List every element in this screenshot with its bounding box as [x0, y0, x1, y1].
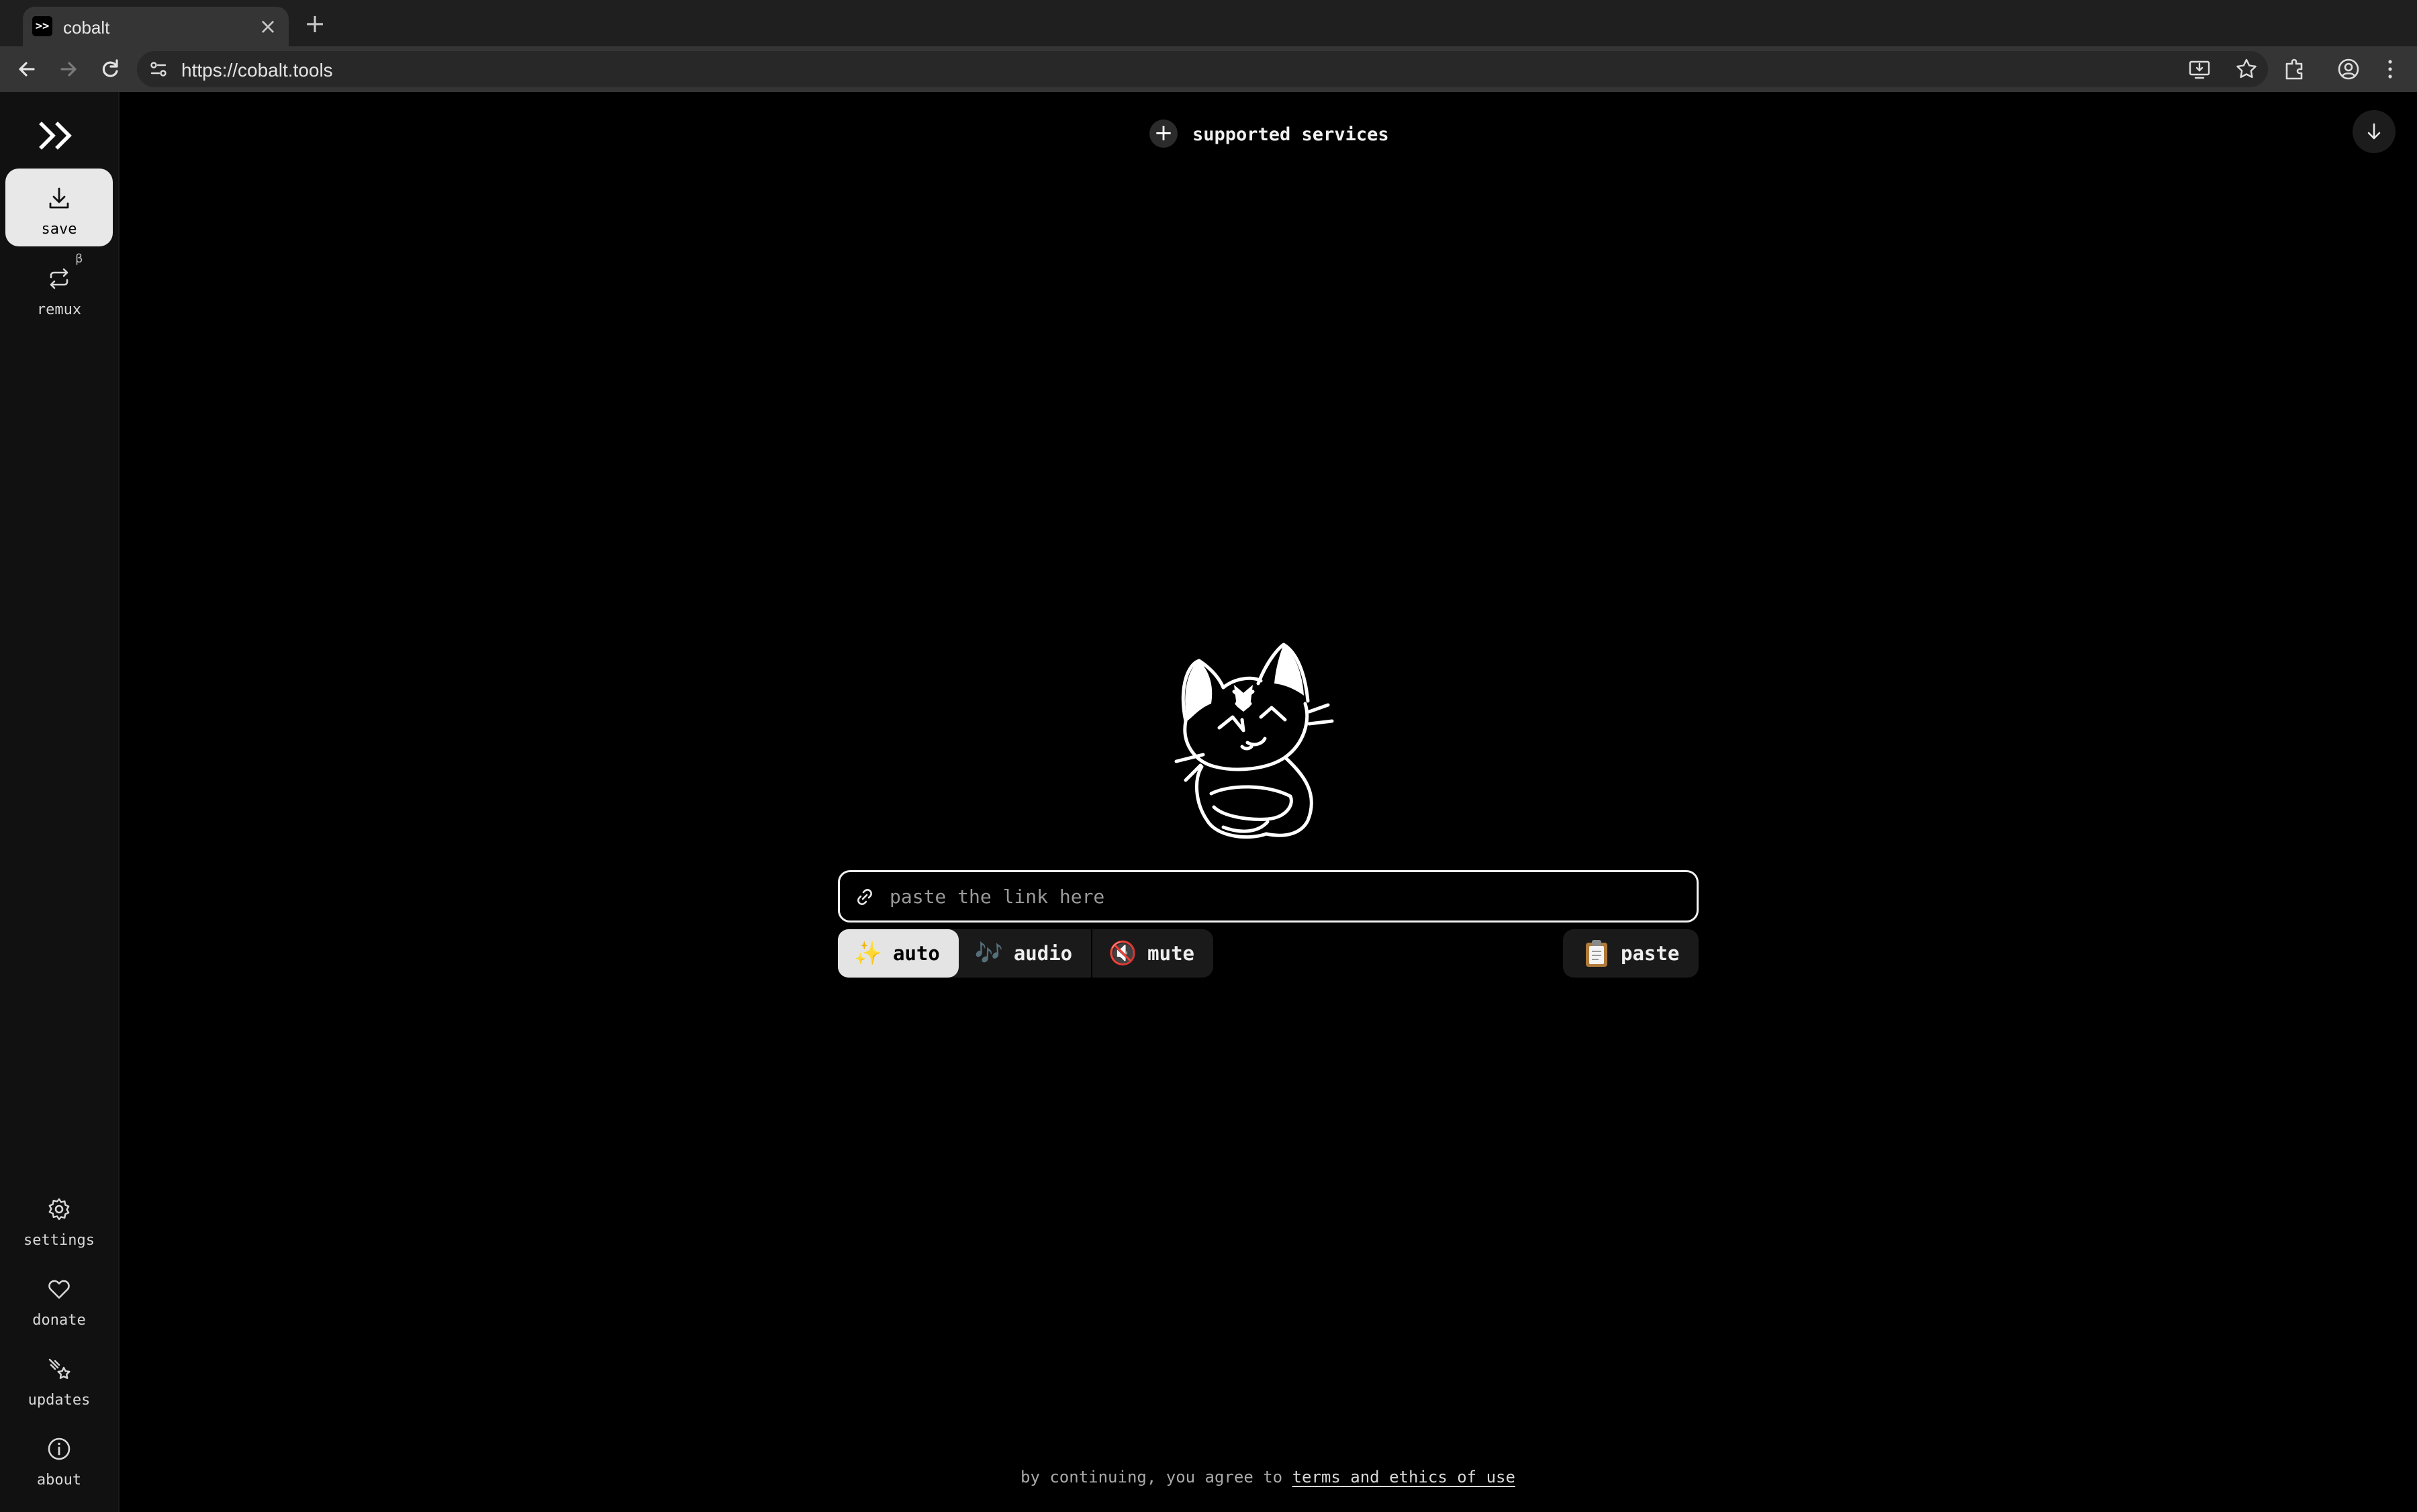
terms-notice: by continuing, you agree to terms and et… — [1021, 1468, 1515, 1486]
beta-badge: β — [75, 252, 83, 266]
download-mode-switcher: ✨ auto 🎶 audio 🔇 mute — [838, 929, 1213, 978]
link-icon — [857, 889, 872, 905]
tab-title: cobalt — [63, 17, 110, 38]
info-icon — [48, 1437, 70, 1460]
music-notes-icon: 🎶 — [974, 940, 1004, 967]
reload-icon — [102, 59, 118, 77]
link-input[interactable] — [890, 882, 1682, 911]
cat-mascot-illustration — [1174, 643, 1334, 839]
forward-button[interactable] — [52, 53, 85, 85]
gear-icon — [48, 1198, 70, 1221]
sidebar-item-label: updates — [28, 1392, 91, 1409]
paste-button[interactable]: paste — [1563, 929, 1699, 978]
terms-link[interactable]: terms and ethics of use — [1292, 1468, 1515, 1486]
browser-tab[interactable]: >> cobalt × — [23, 7, 289, 46]
sidebar-item-label: save — [41, 221, 77, 238]
back-button[interactable] — [11, 53, 43, 85]
comet-icon — [48, 1358, 70, 1379]
sparkles-icon: ✨ — [854, 940, 883, 967]
reload-button[interactable] — [94, 53, 126, 85]
download-icon — [49, 187, 69, 209]
paste-label: paste — [1621, 942, 1680, 965]
sidebar-item-label: settings — [23, 1232, 95, 1249]
mode-label: auto — [893, 942, 940, 965]
extensions-icon[interactable] — [2280, 54, 2310, 84]
sidebar-item-remux[interactable]: β remux — [5, 249, 113, 327]
mode-label: audio — [1013, 942, 1073, 965]
remux-icon — [50, 268, 68, 289]
muted-speaker-icon: 🔇 — [1108, 940, 1137, 967]
address-bar[interactable]: https://cobalt.tools — [137, 51, 2268, 87]
browser-tab-strip: >> cobalt × + — [0, 0, 2417, 46]
terms-prefix: by continuing, you agree to — [1021, 1468, 1292, 1486]
bookmark-star-icon[interactable] — [2233, 56, 2260, 83]
arrow-down-icon — [2367, 123, 2381, 140]
browser-toolbar: https://cobalt.tools — [0, 46, 2417, 92]
mode-audio-button[interactable]: 🎶 audio — [959, 929, 1091, 978]
clipboard-icon — [1586, 940, 1607, 967]
site-info-icon[interactable] — [146, 57, 171, 81]
install-app-icon[interactable] — [2186, 56, 2213, 83]
sidebar-item-settings[interactable]: settings — [5, 1180, 113, 1258]
browser-menu-icon[interactable] — [2375, 54, 2405, 84]
sidebar-item-label: about — [36, 1472, 82, 1489]
sidebar: save β remux settings donate updates abo… — [0, 92, 120, 1512]
new-tab-button[interactable]: + — [299, 8, 330, 39]
mode-mute-button[interactable]: 🔇 mute — [1092, 929, 1213, 978]
close-tab-icon[interactable]: × — [255, 13, 281, 39]
link-input-container[interactable] — [838, 870, 1699, 923]
sidebar-item-about[interactable]: about — [5, 1419, 113, 1497]
arrow-right-icon — [60, 62, 77, 77]
sidebar-item-label: donate — [32, 1312, 86, 1329]
supported-services-label: supported services — [1192, 124, 1389, 145]
download-queue-button[interactable] — [2353, 110, 2396, 153]
url-text: https://cobalt.tools — [181, 60, 333, 81]
sidebar-item-save[interactable]: save — [5, 169, 113, 246]
sidebar-item-donate[interactable]: donate — [5, 1260, 113, 1337]
profile-icon[interactable] — [2334, 54, 2363, 84]
arrow-left-icon — [19, 62, 35, 77]
mode-label: mute — [1147, 942, 1194, 965]
heart-icon — [48, 1280, 70, 1299]
mode-auto-button[interactable]: ✨ auto — [838, 929, 959, 978]
plus-icon: + — [1149, 120, 1178, 148]
cobalt-logo[interactable] — [38, 117, 81, 154]
favicon-icon: >> — [32, 16, 52, 36]
sidebar-item-label: remux — [36, 301, 82, 318]
sidebar-item-updates[interactable]: updates — [5, 1339, 113, 1417]
